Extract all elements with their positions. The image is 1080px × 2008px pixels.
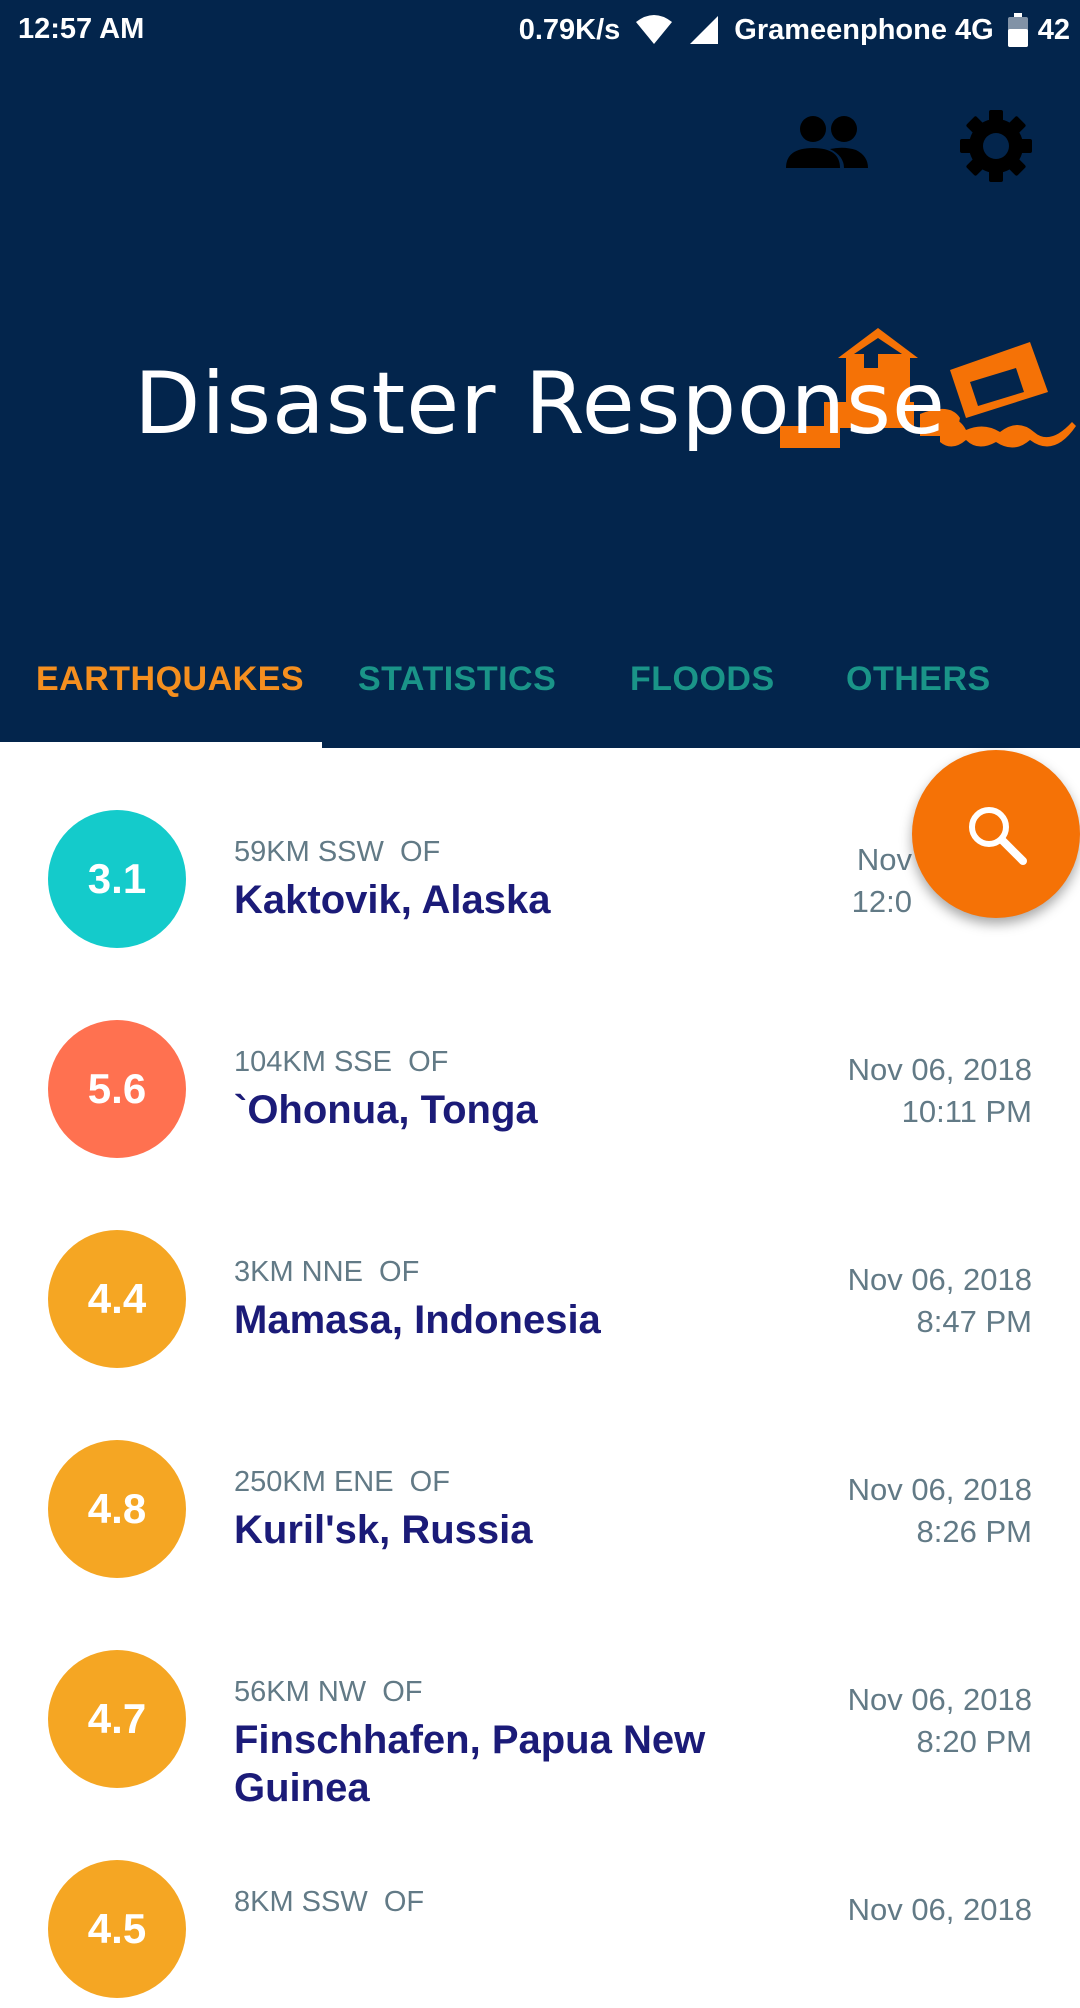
tab-others[interactable]: OTHERS <box>846 660 991 699</box>
location-name: Kuril'sk, Russia <box>234 1508 533 1552</box>
status-right: 0.79K/s Grameenphone 4G 42 <box>519 13 1070 47</box>
event-date: Nov 06, 2018 <box>847 1892 1032 1927</box>
magnitude-badge: 4.8 <box>48 1440 186 1578</box>
distance-offset: 250KM ENE OF <box>234 1466 450 1498</box>
distance-offset: 59KM SSW OF <box>234 836 441 868</box>
gear-icon[interactable] <box>958 108 1034 184</box>
event-time: 8:20 PM <box>916 1724 1032 1759</box>
magnitude-badge: 4.4 <box>48 1230 186 1368</box>
app-title: Disaster Response <box>134 354 946 454</box>
cell-signal-icon <box>690 16 719 44</box>
list-item[interactable]: 4.8 250KM ENE OF Kuril'sk, Russia Nov 06… <box>0 1378 1080 1588</box>
location-name: Mamasa, Indonesia <box>234 1298 601 1342</box>
location-name: Kaktovik, Alaska <box>234 878 551 922</box>
location-name: `Ohonua, Tonga <box>234 1088 538 1132</box>
distance-offset: 8KM SSW OF <box>234 1886 425 1918</box>
tab-earthquakes[interactable]: EARTHQUAKES <box>36 660 304 699</box>
list-item[interactable]: 4.4 3KM NNE OF Mamasa, Indonesia Nov 06,… <box>0 1168 1080 1378</box>
distance-offset: 104KM SSE OF <box>234 1046 449 1078</box>
tab-statistics[interactable]: STATISTICS <box>358 660 556 699</box>
event-time: 8:47 PM <box>916 1304 1032 1339</box>
status-bar: 12:57 AM 0.79K/s Grameenphone 4G 42 <box>0 0 1080 60</box>
search-icon <box>969 807 1027 865</box>
event-date: Nov 06, 2018 <box>847 1052 1032 1087</box>
magnitude-badge: 5.6 <box>48 1020 186 1158</box>
carrier-name: Grameenphone 4G <box>734 13 994 46</box>
event-time: 10:11 PM <box>901 1094 1032 1129</box>
network-speed: 0.79K/s <box>518 13 621 46</box>
battery-level: 42 <box>1037 13 1070 46</box>
app-header: 12:57 AM 0.79K/s Grameenphone 4G 42 Disa… <box>0 0 1080 748</box>
tab-bar: EARTHQUAKES STATISTICS FLOODS OTHERS <box>0 640 1080 748</box>
event-date: Nov <box>856 842 912 877</box>
event-time: 8:26 PM <box>916 1514 1032 1549</box>
magnitude-badge: 3.1 <box>48 810 186 948</box>
event-date: Nov 06, 2018 <box>847 1262 1032 1297</box>
event-time: 12:0 <box>851 884 912 919</box>
event-date: Nov 06, 2018 <box>847 1682 1032 1717</box>
distance-offset: 56KM NW OF <box>234 1676 423 1708</box>
battery-icon <box>1007 13 1028 47</box>
event-date: Nov 06, 2018 <box>847 1472 1032 1507</box>
distance-offset: 3KM NNE OF <box>234 1256 420 1288</box>
list-item[interactable]: 4.5 8KM SSW OF Nov 06, 2018 <box>0 1798 1080 2008</box>
tab-floods[interactable]: FLOODS <box>630 660 775 699</box>
search-fab[interactable] <box>912 750 1080 918</box>
magnitude-badge: 4.7 <box>48 1650 186 1788</box>
list-item[interactable]: 5.6 104KM SSE OF `Ohonua, Tonga Nov 06, … <box>0 958 1080 1168</box>
list-item[interactable]: 4.7 56KM NW OF Finschhafen, Papua New Gu… <box>0 1588 1080 1810</box>
magnitude-badge: 4.5 <box>48 1860 186 1998</box>
wifi-icon <box>636 15 673 44</box>
status-time: 12:57 AM <box>18 13 145 45</box>
people-icon[interactable] <box>786 112 868 174</box>
battery: 42 <box>1007 13 1070 47</box>
